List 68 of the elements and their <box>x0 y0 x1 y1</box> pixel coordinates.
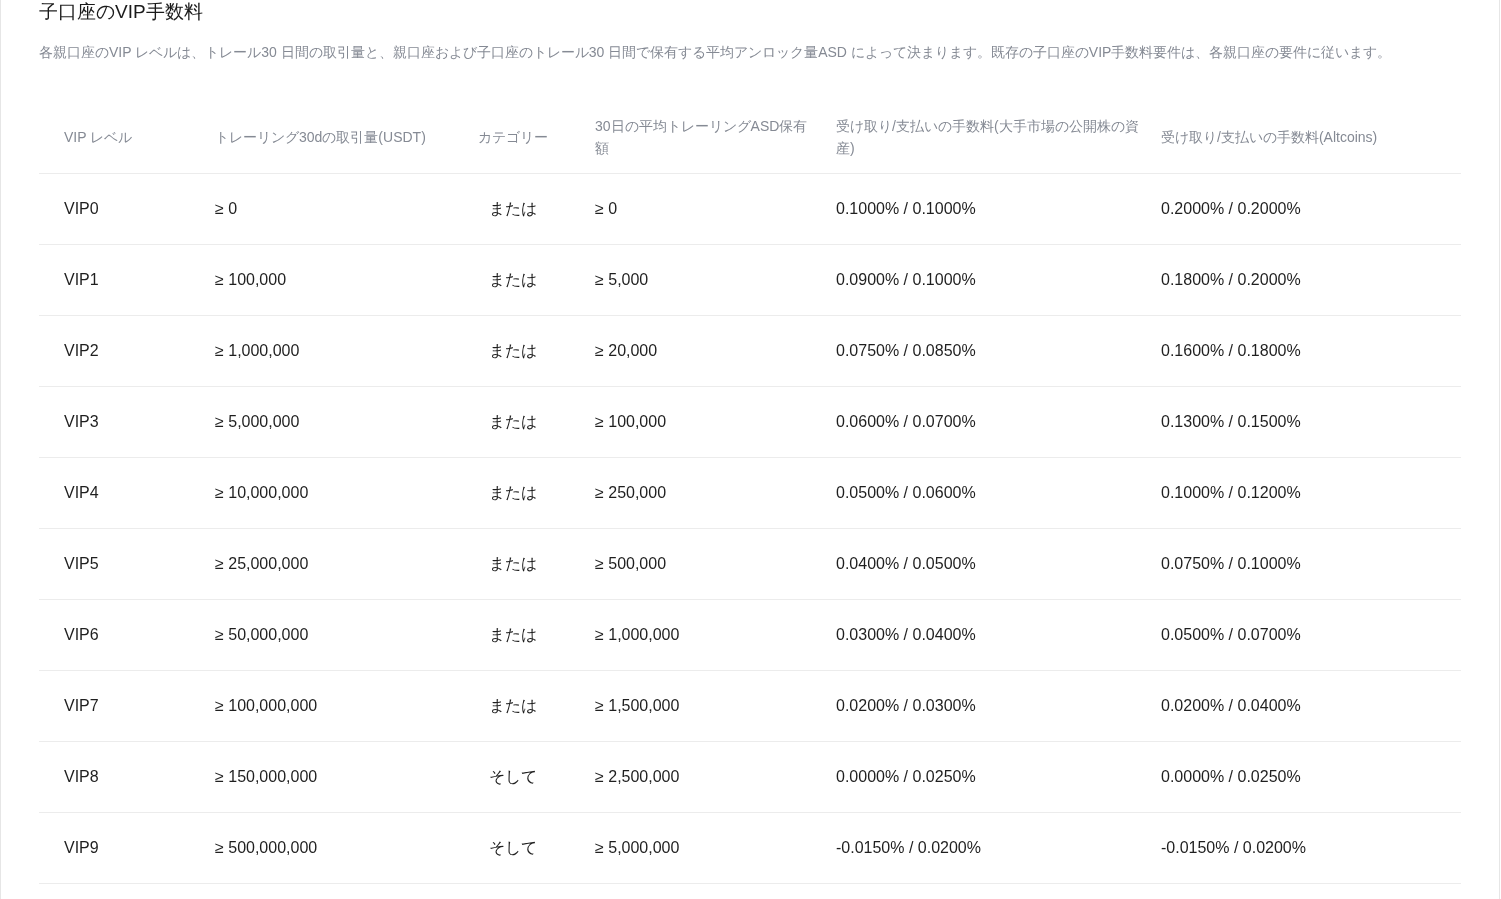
table-cell: ≥ 20,000 <box>595 315 836 387</box>
table-cell: 0.2000% / 0.2000% <box>1161 173 1461 245</box>
table-cell: ≥ 1,000,000 <box>215 315 450 387</box>
table-cell: VIP7 <box>39 670 215 742</box>
table-cell: ≥ 1,000,000 <box>595 599 836 671</box>
table-cell: または <box>450 670 595 742</box>
table-cell: ≥ 0 <box>215 173 450 245</box>
table-cell: VIP5 <box>39 528 215 600</box>
table-cell: VIP2 <box>39 315 215 387</box>
table-cell: または <box>450 386 595 458</box>
table-cell: ≥ 10,000,000 <box>215 457 450 529</box>
table-cell: そして <box>450 812 595 884</box>
table-cell: ≥ 250,000 <box>595 457 836 529</box>
table-cell: 0.1300% / 0.1500% <box>1161 386 1461 458</box>
table-cell: 0.1000% / 0.1200% <box>1161 457 1461 529</box>
table-cell: ≥ 2,500,000 <box>595 741 836 813</box>
column-header: トレーリング30dの取引量(USDT) <box>215 101 450 174</box>
table-cell: VIP8 <box>39 741 215 813</box>
table-cell: または <box>450 457 595 529</box>
table-cell: ≥ 1,500,000 <box>595 670 836 742</box>
table-cell: ≥ 5,000 <box>595 244 836 316</box>
table-cell: ≥ 50,000,000 <box>215 599 450 671</box>
table-cell: 0.0200% / 0.0400% <box>1161 670 1461 742</box>
table-cell: -0.0150% / 0.0200% <box>836 812 1161 884</box>
table-cell: または <box>450 173 595 245</box>
table-cell: 0.0300% / 0.0400% <box>836 599 1161 671</box>
table-cell: -0.0150% / 0.0200% <box>1161 812 1461 884</box>
table-cell: ≥ 150,000,000 <box>215 741 450 813</box>
table-cell: 0.0000% / 0.0250% <box>1161 741 1461 813</box>
table-cell: VIP9 <box>39 812 215 884</box>
table-cell: 0.0400% / 0.0500% <box>836 528 1161 600</box>
column-header: 30日の平均トレーリングASD保有額 <box>595 101 836 174</box>
column-header: 受け取り/支払いの手数料(Altcoins) <box>1161 101 1461 174</box>
table-cell: または <box>450 244 595 316</box>
table-cell: ≥ 100,000,000 <box>215 670 450 742</box>
table-cell: ≥ 100,000 <box>215 244 450 316</box>
table-cell: 0.1600% / 0.1800% <box>1161 315 1461 387</box>
description-text: 各親口座のVIP レベルは、トレール30 日間の取引量と、親口座および子口座のトレール30 日間で保有する平均アンロック量ASD によって決まります。既存の子口座のVIP手数料要件は、各親口座の要件に従います。 <box>39 43 1393 62</box>
table-cell: ≥ 5,000,000 <box>595 812 836 884</box>
table-cell: ≥ 0 <box>595 173 836 245</box>
table-cell: 0.1000% / 0.1000% <box>836 173 1161 245</box>
table-cell: ≥ 25,000,000 <box>215 528 450 600</box>
table-cell: VIP4 <box>39 457 215 529</box>
table-cell: ≥ 500,000,000 <box>215 812 450 884</box>
table-cell: VIP1 <box>39 244 215 316</box>
table-cell: VIP6 <box>39 599 215 671</box>
table-cell: または <box>450 599 595 671</box>
column-header: 受け取り/支払いの手数料(大手市場の公開株の資産) <box>836 101 1161 174</box>
table-cell: 0.0900% / 0.1000% <box>836 244 1161 316</box>
table-cell: または <box>450 315 595 387</box>
table-cell: 0.0500% / 0.0600% <box>836 457 1161 529</box>
table-cell: 0.0500% / 0.0700% <box>1161 599 1461 671</box>
table-cell: VIP3 <box>39 386 215 458</box>
table-cell: ≥ 500,000 <box>595 528 836 600</box>
table-cell: 0.0000% / 0.0250% <box>836 741 1161 813</box>
table-cell: 0.0600% / 0.0700% <box>836 386 1161 458</box>
section-title: 子口座のVIP手数料 <box>39 0 204 24</box>
table-cell: そして <box>450 741 595 813</box>
table-cell: または <box>450 528 595 600</box>
table-cell: ≥ 5,000,000 <box>215 386 450 458</box>
table-cell: 0.0750% / 0.1000% <box>1161 528 1461 600</box>
column-header: VIP レベル <box>39 101 215 174</box>
table-cell: 0.0200% / 0.0300% <box>836 670 1161 742</box>
table-cell: 0.1800% / 0.2000% <box>1161 244 1461 316</box>
table-cell: 0.0750% / 0.0850% <box>836 315 1161 387</box>
table-cell: VIP0 <box>39 173 215 245</box>
table-cell: ≥ 100,000 <box>595 386 836 458</box>
column-header: カテゴリー <box>450 101 595 174</box>
